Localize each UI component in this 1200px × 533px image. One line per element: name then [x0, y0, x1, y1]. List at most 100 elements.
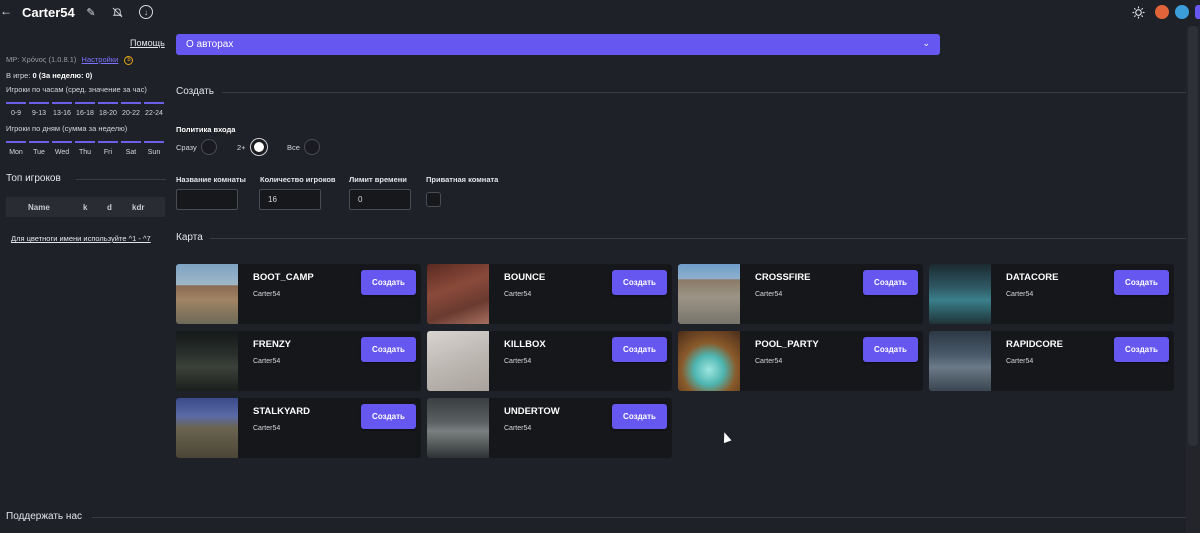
- map-card-datacore: DATACORE Carter54 Создать: [929, 264, 1174, 324]
- policy-all-label: Все: [287, 143, 300, 152]
- day-bar: [98, 141, 118, 143]
- policy-all-radio[interactable]: [304, 139, 320, 155]
- create-section-title: Создать: [176, 86, 215, 97]
- discord-icon[interactable]: [1195, 5, 1200, 19]
- create-room-button[interactable]: Создать: [612, 270, 667, 295]
- settings-link[interactable]: Настройки: [82, 55, 119, 64]
- private-room-checkbox[interactable]: [426, 192, 441, 207]
- room-name-input[interactable]: [176, 189, 238, 210]
- policy-immediate-radio[interactable]: [201, 139, 217, 155]
- color-name-hint[interactable]: Для цветноги имени используйте ^1 - ^7: [11, 234, 151, 243]
- bell-off-icon[interactable]: [110, 5, 124, 19]
- map-name: BOUNCE: [504, 272, 546, 283]
- daily-chart-label: Игроки по дням (сумма за неделю): [6, 124, 128, 133]
- divider: [76, 179, 166, 180]
- about-authors-dropdown[interactable]: О авторах ⌄: [176, 34, 940, 55]
- map-card-bounce: BOUNCE Carter54 Создать: [427, 264, 672, 324]
- map-card-undertow: UNDERTOW Carter54 Создать: [427, 398, 672, 458]
- hour-bar: [121, 102, 141, 104]
- players-count-input[interactable]: 16: [259, 189, 321, 210]
- telegram-icon[interactable]: [1175, 5, 1189, 19]
- day-tick: Tue: [33, 149, 45, 156]
- arrow-left-icon[interactable]: ←: [0, 4, 14, 18]
- in-game-count: В игре: 0 (За неделю: 0): [6, 71, 92, 80]
- create-room-button[interactable]: Создать: [1114, 270, 1169, 295]
- divider: [222, 92, 1186, 93]
- day-tick: Wed: [54, 149, 70, 156]
- pencil-icon[interactable]: ✎: [84, 5, 98, 19]
- map-author: Carter54: [504, 291, 532, 298]
- day-bar: [121, 141, 141, 143]
- create-room-button[interactable]: Создать: [863, 337, 918, 362]
- map-name: STALKYARD: [253, 406, 311, 417]
- hour-tick: 18-20: [99, 110, 117, 117]
- hour-bar: [98, 102, 118, 104]
- create-room-button[interactable]: Создать: [361, 337, 416, 362]
- mp-version: Xρόνος (1.0.8.1): [21, 55, 77, 64]
- download-icon[interactable]: ↓: [139, 5, 153, 19]
- avatar-icon[interactable]: [1155, 5, 1169, 19]
- map-name: UNDERTOW: [504, 406, 560, 417]
- day-bar: [75, 141, 95, 143]
- hour-tick: 20-22: [122, 110, 140, 117]
- column-kills[interactable]: k: [83, 203, 87, 212]
- day-bar: [29, 141, 49, 143]
- coin-icon[interactable]: $: [124, 55, 134, 65]
- hourly-bars: [6, 102, 164, 104]
- map-author: Carter54: [504, 425, 532, 432]
- map-thumbnail: [427, 264, 489, 324]
- time-limit-label: Лимит времени: [349, 175, 407, 184]
- join-policy-title: Политика входа: [176, 125, 236, 134]
- map-author: Carter54: [755, 291, 783, 298]
- hour-bar: [29, 102, 49, 104]
- scrollbar-thumb[interactable]: [1188, 26, 1198, 446]
- create-room-button[interactable]: Создать: [361, 404, 416, 429]
- day-tick: Thu: [78, 149, 92, 156]
- hour-tick: 22-24: [145, 110, 163, 117]
- column-deaths[interactable]: d: [107, 203, 112, 212]
- map-card-crossfire: CROSSFIRE Carter54 Создать: [678, 264, 923, 324]
- hourly-chart-label: Игроки по часам (сред. значение за час): [6, 85, 147, 94]
- map-thumbnail: [176, 264, 238, 324]
- support-us-title: Поддержать нас: [6, 511, 83, 522]
- map-author: Carter54: [253, 291, 281, 298]
- create-room-button[interactable]: Создать: [1114, 337, 1169, 362]
- hour-tick: 16-18: [76, 110, 94, 117]
- map-name: FRENZY: [253, 339, 291, 350]
- about-authors-label: О авторах: [186, 39, 234, 50]
- map-thumbnail: [427, 331, 489, 391]
- private-room-label: Приватная комната: [426, 175, 499, 184]
- top-players-title: Топ игроков: [6, 173, 61, 184]
- daily-ticks: Mon Tue Wed Thu Fri Sat Sun: [6, 149, 164, 156]
- map-section-title: Карта: [176, 232, 203, 243]
- mp-info: MP: Xρόνος (1.0.8.1) Настройки $: [6, 55, 134, 65]
- time-limit-input[interactable]: 0: [349, 189, 411, 210]
- create-room-button[interactable]: Создать: [612, 337, 667, 362]
- day-tick: Sun: [147, 149, 161, 156]
- create-room-button[interactable]: Создать: [612, 404, 667, 429]
- players-count-label: Количество игроков: [260, 175, 336, 184]
- top-bar: ← Carter54 ✎ ↓: [0, 0, 1200, 26]
- map-thumbnail: [678, 331, 740, 391]
- hour-tick: 13-16: [53, 110, 71, 117]
- hour-tick: 0-9: [10, 110, 22, 117]
- scrollbar[interactable]: [1186, 26, 1200, 533]
- create-room-button[interactable]: Создать: [863, 270, 918, 295]
- create-room-button[interactable]: Создать: [361, 270, 416, 295]
- daily-bars: [6, 141, 164, 143]
- map-thumbnail: [929, 264, 991, 324]
- column-name[interactable]: Name: [28, 203, 50, 212]
- hourly-ticks: 0-9 9-13 13-16 16-18 18-20 20-22 22-24: [6, 110, 164, 117]
- map-thumbnail: [929, 331, 991, 391]
- map-author: Carter54: [1006, 291, 1034, 298]
- sun-icon[interactable]: [1131, 5, 1145, 19]
- day-tick: Mon: [9, 149, 23, 156]
- in-game-label: В игре:: [6, 71, 31, 80]
- day-bar: [144, 141, 164, 143]
- map-author: Carter54: [253, 358, 281, 365]
- policy-2plus-radio[interactable]: [251, 139, 267, 155]
- map-name: RAPIDCORE: [1006, 339, 1064, 350]
- map-author: Carter54: [1006, 358, 1034, 365]
- help-link[interactable]: Помощь: [130, 38, 165, 48]
- column-kdr[interactable]: kdr: [132, 203, 144, 212]
